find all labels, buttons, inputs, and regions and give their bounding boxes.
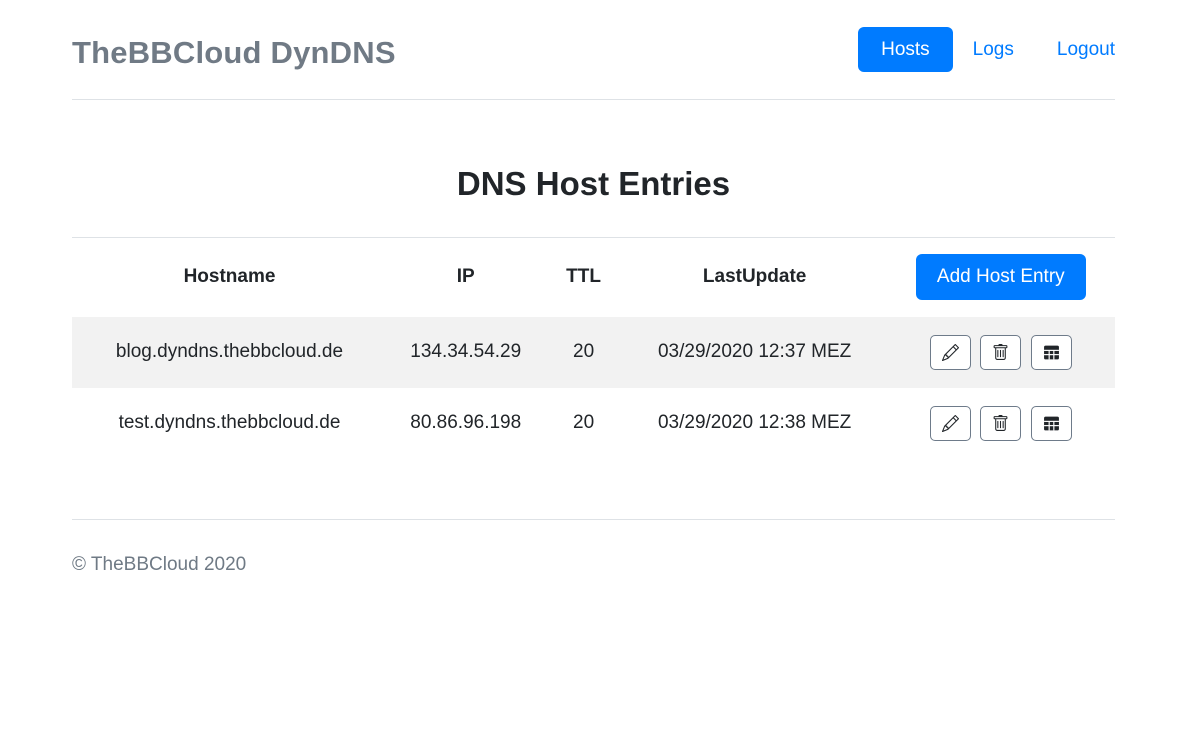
hostname-cell: blog.dyndns.thebbcloud.de (72, 317, 387, 388)
table-row: test.dyndns.thebbcloud.de 80.86.96.198 2… (72, 388, 1115, 459)
ip-cell: 134.34.54.29 (387, 317, 544, 388)
dns-host-table: Hostname IP TTL LastUpdate Add Host Entr… (72, 237, 1115, 459)
brand-title: TheBBCloud DynDNS (72, 35, 396, 71)
column-header-lastupdate: LastUpdate (623, 238, 887, 317)
trash-icon (992, 344, 1009, 361)
footer: © TheBBCloud 2020 (72, 520, 1115, 576)
pencil-icon (942, 415, 959, 432)
column-header-ttl: TTL (544, 238, 622, 317)
nav-tab-hosts[interactable]: Hosts (858, 27, 953, 73)
table-icon (1043, 415, 1060, 432)
add-host-entry-button[interactable]: Add Host Entry (916, 254, 1086, 300)
table-row: blog.dyndns.thebbcloud.de 134.34.54.29 2… (72, 317, 1115, 388)
page-title: DNS Host Entries (72, 164, 1115, 204)
edit-host-button[interactable] (930, 335, 971, 370)
column-header-hostname: Hostname (72, 238, 387, 317)
table-header: Hostname IP TTL LastUpdate Add Host Entr… (72, 238, 1115, 317)
lastupdate-cell: 03/29/2020 12:37 MEZ (623, 317, 887, 388)
actions-cell (887, 388, 1115, 459)
navbar: TheBBCloud DynDNS Hosts Logs Logout (72, 0, 1115, 100)
delete-host-button[interactable] (980, 335, 1021, 370)
actions-cell (887, 317, 1115, 388)
column-header-ip: IP (387, 238, 544, 317)
host-details-button[interactable] (1031, 335, 1072, 370)
lastupdate-cell: 03/29/2020 12:38 MEZ (623, 388, 887, 459)
ttl-cell: 20 (544, 388, 622, 459)
pencil-icon (942, 344, 959, 361)
page-container: TheBBCloud DynDNS Hosts Logs Logout DNS … (72, 0, 1115, 576)
table-icon (1043, 344, 1060, 361)
hostname-cell: test.dyndns.thebbcloud.de (72, 388, 387, 459)
copyright-text: © TheBBCloud 2020 (72, 554, 246, 575)
nav-link-logout[interactable]: Logout (1057, 39, 1115, 61)
delete-host-button[interactable] (980, 406, 1021, 441)
main-nav: Hosts Logs Logout (858, 27, 1115, 73)
column-header-actions: Add Host Entry (887, 238, 1115, 317)
nav-link-logs[interactable]: Logs (973, 39, 1014, 61)
edit-host-button[interactable] (930, 406, 971, 441)
ttl-cell: 20 (544, 317, 622, 388)
ip-cell: 80.86.96.198 (387, 388, 544, 459)
host-details-button[interactable] (1031, 406, 1072, 441)
trash-icon (992, 415, 1009, 432)
